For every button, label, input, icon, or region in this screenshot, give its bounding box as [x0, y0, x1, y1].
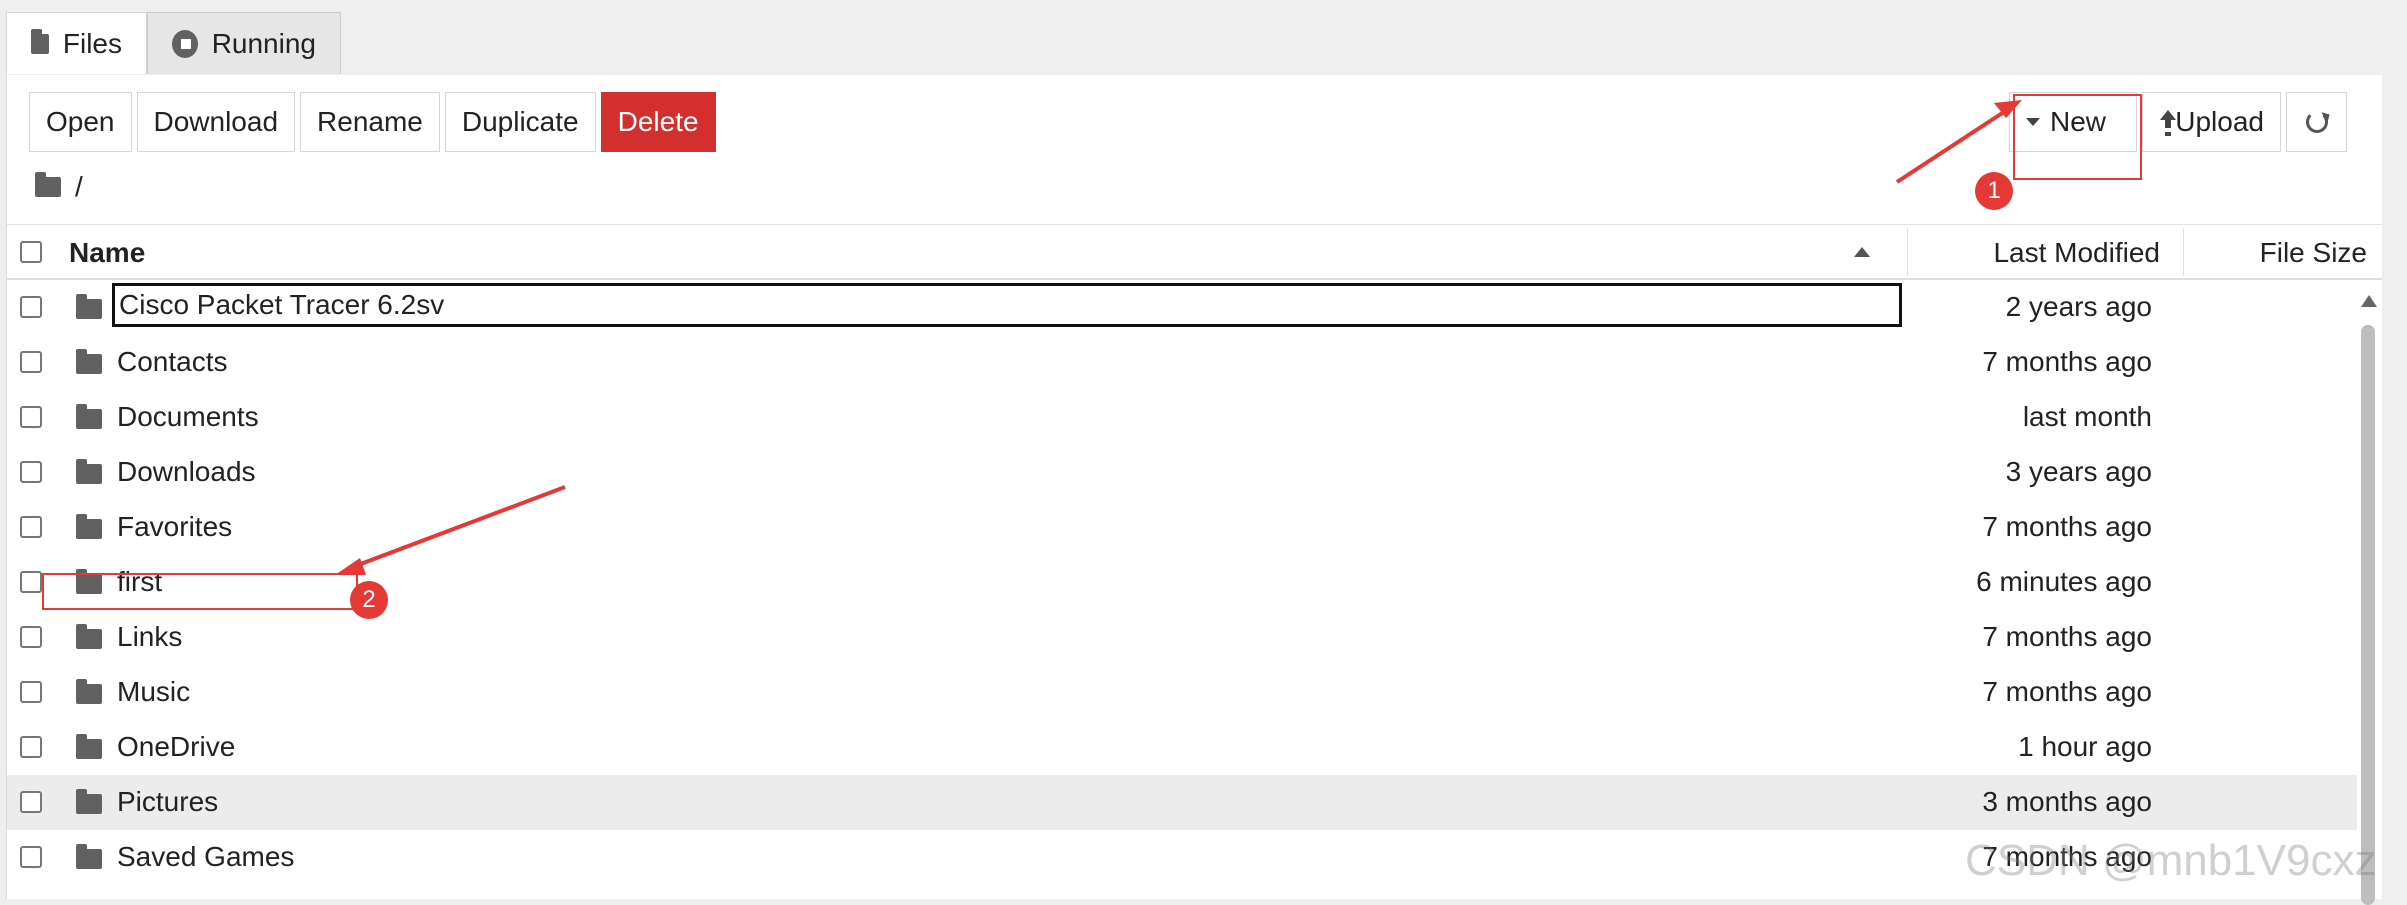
annotation-arrow-2 [349, 485, 566, 570]
annotation-arrow-1 [1895, 106, 2012, 184]
annotation-marker-2: 2 [350, 581, 388, 619]
annotation-marker-1: 1 [1975, 172, 2013, 210]
annotation-highlight-first [42, 573, 358, 610]
annotation-highlight-new [2013, 94, 2142, 180]
watermark: CSDN @mnb1V9cxz [1965, 836, 2377, 885]
